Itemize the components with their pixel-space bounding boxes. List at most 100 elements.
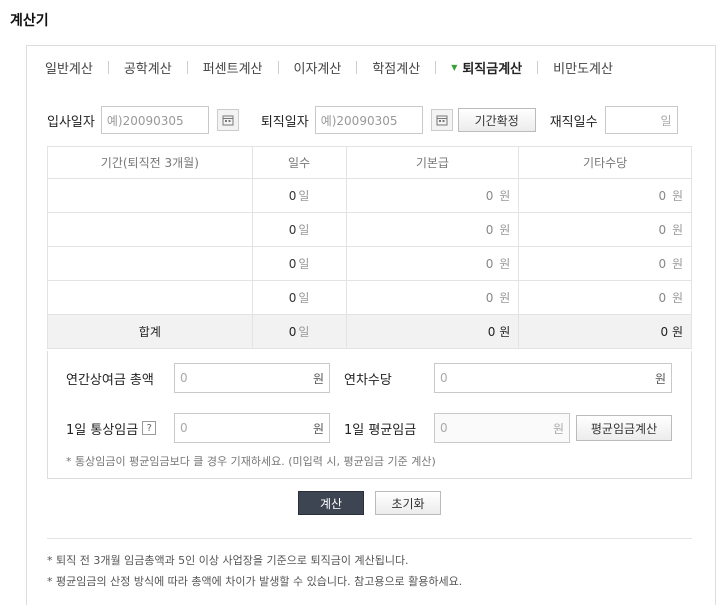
total-base-value: 0 xyxy=(487,325,496,339)
tab-divider xyxy=(277,60,279,74)
total-other-cell: 0 원 xyxy=(518,314,692,349)
day-unit: 일 xyxy=(298,291,310,305)
tab-general[interactable]: 일반계산 xyxy=(45,58,93,77)
total-other-value: 0 xyxy=(660,325,669,339)
total-days-value: 0 xyxy=(288,325,297,339)
bonus-label: 연간상여금 총액 xyxy=(66,372,154,388)
tab-engineering[interactable]: 공학계산 xyxy=(124,58,172,77)
base-value: 0 xyxy=(485,189,494,203)
col-other-allowance: 기타수당 xyxy=(518,146,692,179)
reset-button[interactable]: 초기화 xyxy=(375,491,441,515)
days-value: 0 xyxy=(288,257,297,271)
total-days-cell: 0일 xyxy=(251,314,347,349)
tab-divider xyxy=(435,60,437,74)
base-pay-cell[interactable]: 0 원 xyxy=(345,246,520,281)
ordinary-wage-note: * 통상임금이 평균임금보다 클 경우 기재하세요. (미입력 시, 평균임금 … xyxy=(66,455,436,468)
col-period: 기간(퇴직전 3개월) xyxy=(47,146,253,179)
period-cell xyxy=(47,212,253,247)
days-value: 0 xyxy=(288,291,297,305)
base-value: 0 xyxy=(485,223,494,237)
won-unit: 원 xyxy=(671,257,683,271)
col-base-pay: 기본급 xyxy=(345,146,520,179)
calendar-icon xyxy=(222,115,234,126)
leave-date-input[interactable]: 예)20090305 xyxy=(314,106,423,134)
won-unit: 원 xyxy=(312,371,324,386)
tab-percent[interactable]: 퍼센트계산 xyxy=(203,58,263,77)
won-unit: 원 xyxy=(499,325,511,339)
period-cell xyxy=(47,178,253,213)
tab-grade[interactable]: 학점계산 xyxy=(372,58,420,77)
days-cell[interactable]: 0일 xyxy=(251,280,347,315)
won-unit: 원 xyxy=(552,421,564,436)
base-pay-cell[interactable]: 0 원 xyxy=(345,178,520,213)
annual-leave-allowance-value: 0 xyxy=(440,371,448,385)
tab-divider xyxy=(107,60,109,74)
won-unit: 원 xyxy=(671,189,683,203)
annual-leave-allowance-label: 연차수당 xyxy=(344,372,392,388)
won-unit: 원 xyxy=(312,421,324,436)
total-label: 합계 xyxy=(47,314,253,349)
average-wage-label: 1일 평균임금 xyxy=(344,422,417,438)
won-unit: 원 xyxy=(654,371,666,386)
won-unit: 원 xyxy=(499,257,511,271)
days-cell[interactable]: 0일 xyxy=(251,246,347,281)
total-row: 합계 0일 0 원 0 원 xyxy=(47,314,692,349)
confirm-period-button[interactable]: 기간확정 xyxy=(457,108,536,132)
calc-average-wage-button[interactable]: 평균임금계산 xyxy=(576,415,672,441)
ordinary-wage-value: 0 xyxy=(180,421,188,435)
calculator-tabs: 일반계산 공학계산 퍼센트계산 이자계산 학점계산 ▼ 퇴직금계산 비만도계산 xyxy=(27,46,715,88)
tab-severance-label: 퇴직금계산 xyxy=(462,61,523,77)
table-header-row: 기간(퇴직전 3개월) 일수 기본급 기타수당 xyxy=(47,146,692,179)
other-allowance-cell[interactable]: 0 원 xyxy=(518,280,692,315)
ordinary-wage-label-group: 1일 통상임금 ? xyxy=(66,419,174,438)
tenure-input[interactable]: 일 xyxy=(604,106,678,134)
other-allowance-cell[interactable]: 0 원 xyxy=(518,212,692,247)
days-cell[interactable]: 0일 xyxy=(251,178,347,213)
footnote-1: * 퇴직 전 3개월 임금총액과 5인 이상 사업장을 기준으로 퇴직금이 계산… xyxy=(47,554,409,567)
other-value: 0 xyxy=(658,189,667,203)
tab-bmi[interactable]: 비만도계산 xyxy=(553,58,613,77)
table-row: 0일 0 원 0 원 xyxy=(47,280,692,315)
footnotes: * 퇴직 전 3개월 임금총액과 5인 이상 사업장을 기준으로 퇴직금이 계산… xyxy=(47,550,462,592)
wage-table: 기간(퇴직전 3개월) 일수 기본급 기타수당 0일 0 원 0 원 0일 0 … xyxy=(47,146,692,349)
calculate-button[interactable]: 계산 xyxy=(298,491,364,515)
tab-interest[interactable]: 이자계산 xyxy=(294,58,342,77)
extra-pay-box: 연간상여금 총액 0 원 연차수당 0 원 1일 통상임금 ? 0 원 1일 평… xyxy=(47,351,692,479)
won-unit: 원 xyxy=(671,291,683,305)
bonus-input[interactable]: 0 원 xyxy=(174,363,330,393)
won-unit: 원 xyxy=(499,189,511,203)
active-arrow-icon: ▼ xyxy=(451,62,458,72)
day-unit: 일 xyxy=(298,257,310,271)
tenure-unit: 일 xyxy=(660,113,672,128)
other-allowance-cell[interactable]: 0 원 xyxy=(518,246,692,281)
day-unit: 일 xyxy=(298,189,310,203)
average-wage-input[interactable]: 0 원 xyxy=(434,413,570,443)
base-pay-cell[interactable]: 0 원 xyxy=(345,280,520,315)
join-date-label: 입사일자 xyxy=(47,114,95,130)
leave-date-label: 퇴직일자 xyxy=(260,114,309,130)
tab-severance[interactable]: ▼ 퇴직금계산 xyxy=(451,58,522,77)
other-value: 0 xyxy=(658,223,667,237)
bonus-row: 연간상여금 총액 0 원 연차수당 0 원 xyxy=(66,363,672,393)
join-date-input[interactable]: 예)20090305 xyxy=(100,106,209,134)
tab-divider xyxy=(537,60,539,74)
won-unit: 원 xyxy=(671,325,683,339)
days-value: 0 xyxy=(288,189,297,203)
base-pay-cell[interactable]: 0 원 xyxy=(345,212,520,247)
won-unit: 원 xyxy=(671,223,683,237)
footnote-divider xyxy=(47,538,692,539)
footnote-2: * 평균임금의 산정 방식에 따라 총액에 차이가 발생할 수 있습니다. 참고… xyxy=(47,575,463,588)
days-cell[interactable]: 0일 xyxy=(251,212,347,247)
annual-leave-allowance-input[interactable]: 0 원 xyxy=(434,363,672,393)
ordinary-wage-input[interactable]: 0 원 xyxy=(174,413,330,443)
other-value: 0 xyxy=(658,291,667,305)
leave-calendar-button[interactable] xyxy=(430,109,453,131)
table-row: 0일 0 원 0 원 xyxy=(47,178,692,213)
other-allowance-cell[interactable]: 0 원 xyxy=(518,178,692,213)
join-calendar-button[interactable] xyxy=(216,109,239,131)
calendar-icon xyxy=(436,115,448,126)
other-value: 0 xyxy=(658,257,667,271)
base-value: 0 xyxy=(485,291,494,305)
page-title: 계산기 xyxy=(10,13,49,29)
help-icon[interactable]: ? xyxy=(142,421,157,435)
